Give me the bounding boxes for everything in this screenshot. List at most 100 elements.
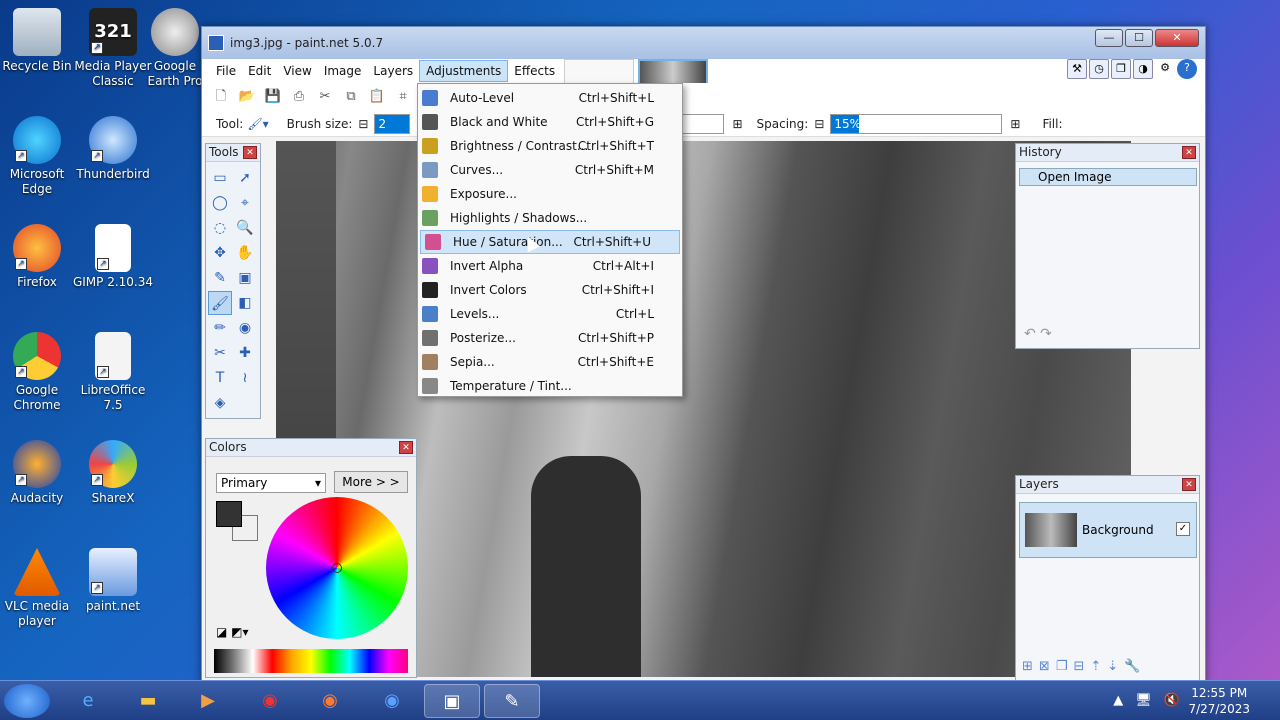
layer-properties-icon[interactable]: 🔧: [1124, 659, 1140, 674]
menu-effects[interactable]: Effects: [508, 61, 561, 81]
tools-toggle-icon[interactable]: ⚒: [1067, 59, 1087, 79]
desktop-icon-chrome[interactable]: ↗ Google Chrome: [0, 332, 78, 413]
desktop-icon-edge[interactable]: ↗ Microsoft Edge: [0, 116, 78, 197]
history-panel-header[interactable]: History ✕: [1016, 144, 1199, 162]
taskbar-mpc-icon[interactable]: ▣: [424, 684, 480, 718]
magic-wand-tool-icon[interactable]: ✥: [208, 241, 232, 265]
color-picker-tool-icon[interactable]: ◉: [233, 316, 257, 340]
print-icon[interactable]: ⎙: [290, 88, 308, 106]
history-toggle-icon[interactable]: ◷: [1089, 59, 1109, 79]
rectangle-select-tool-icon[interactable]: ▭: [208, 166, 232, 190]
history-panel-close-icon[interactable]: ✕: [1182, 146, 1196, 159]
brush-size-field-ext[interactable]: [678, 113, 725, 134]
spacing-decrease-icon[interactable]: ⊟: [814, 117, 824, 131]
menu-adjustments[interactable]: Adjustments: [419, 60, 509, 82]
delete-layer-icon[interactable]: ⊠: [1039, 659, 1050, 674]
desktop-icon-paintnet[interactable]: ↗ paint.net: [72, 548, 154, 614]
move-layer-down-icon[interactable]: ⇣: [1107, 659, 1118, 674]
layers-toggle-icon[interactable]: ❐: [1111, 59, 1131, 79]
line-curve-tool-icon[interactable]: ≀: [233, 366, 257, 390]
colors-panel-close-icon[interactable]: ✕: [399, 441, 413, 454]
menu-item-levels[interactable]: Levels... Ctrl+L: [418, 302, 682, 326]
menu-file[interactable]: File: [210, 61, 242, 81]
close-button[interactable]: ✕: [1155, 29, 1199, 47]
gradient-tool-icon[interactable]: ▣: [233, 266, 257, 290]
network-icon[interactable]: 🖥: [1135, 693, 1152, 708]
color-mode-select[interactable]: Primary ▾: [216, 473, 326, 493]
clone-stamp-tool-icon[interactable]: ✂: [208, 341, 232, 365]
pencil-tool-icon[interactable]: ✏: [208, 316, 232, 340]
colors-panel-header[interactable]: Colors ✕: [206, 439, 416, 457]
color-wheel-cursor[interactable]: [332, 563, 342, 573]
menu-item-highlights-shadows[interactable]: Highlights / Shadows...: [418, 206, 682, 230]
desktop-icon-vlc[interactable]: VLC media player: [0, 548, 78, 629]
help-icon[interactable]: ?: [1177, 59, 1197, 79]
pan-tool-icon[interactable]: ✋: [233, 241, 257, 265]
palette-options-icon[interactable]: ◪ ◩▾: [216, 625, 249, 639]
undo-redo-icons[interactable]: ↶ ↷: [1024, 326, 1052, 342]
paintbrush-tool-icon-panel[interactable]: 🖌: [208, 291, 232, 315]
more-colors-button[interactable]: More > >: [334, 471, 408, 493]
layers-panel-close-icon[interactable]: ✕: [1182, 478, 1196, 491]
brush-size-decrease-icon[interactable]: ⊟: [358, 117, 368, 131]
desktop-icon-recycle-bin[interactable]: Recycle Bin: [0, 8, 78, 74]
taskbar-media-icon[interactable]: ▶: [180, 684, 236, 718]
shapes-tool-icon[interactable]: ◈: [208, 391, 232, 415]
layer-visibility-checkbox[interactable]: ✓: [1176, 522, 1190, 536]
taskbar-thunderbird-icon[interactable]: ◉: [364, 684, 420, 718]
layer-row-background[interactable]: Background ✓: [1019, 502, 1197, 558]
menu-item-black-and-white[interactable]: Black and White Ctrl+Shift+G: [418, 110, 682, 134]
move-selected-tool-icon[interactable]: ➚: [233, 166, 257, 190]
menu-item-curves[interactable]: Curves... Ctrl+Shift+M: [418, 158, 682, 182]
menu-item-temperature-tint[interactable]: Temperature / Tint...: [418, 374, 682, 398]
merge-layer-icon[interactable]: ⊟: [1073, 659, 1084, 674]
zoom-tool-icon[interactable]: 🔍: [233, 216, 257, 240]
cut-icon[interactable]: ✂: [316, 88, 334, 106]
add-layer-icon[interactable]: ⊞: [1022, 659, 1033, 674]
eraser-tool-icon[interactable]: ◧: [233, 291, 257, 315]
desktop-icon-sharex[interactable]: ↗ ShareX: [72, 440, 154, 506]
taskbar-chrome-icon[interactable]: ◉: [242, 684, 298, 718]
desktop-icon-google-earth[interactable]: Google Earth Pro: [140, 8, 210, 89]
menu-item-hue-saturation[interactable]: Hue / Saturation... Ctrl+Shift+U: [420, 230, 680, 254]
minimize-button[interactable]: —: [1095, 29, 1123, 47]
title-bar[interactable]: img3.jpg - paint.net 5.0.7: [202, 27, 1205, 59]
primary-color-swatch[interactable]: [216, 501, 242, 527]
desktop-icon-gimp[interactable]: ↗ GIMP 2.10.34: [72, 224, 154, 290]
brush-size-input[interactable]: 2: [374, 113, 411, 134]
duplicate-layer-icon[interactable]: ❐: [1056, 659, 1068, 674]
tools-panel-header[interactable]: Tools ✕: [206, 144, 260, 162]
taskbar-paintnet-icon[interactable]: ✎: [484, 684, 540, 718]
menu-item-auto-level[interactable]: Auto-Level Ctrl+Shift+L: [418, 86, 682, 110]
move-selection-tool-icon[interactable]: ⌖: [233, 191, 257, 215]
desktop-icon-thunderbird[interactable]: ↗ Thunderbird: [72, 116, 154, 182]
save-icon[interactable]: 💾: [264, 88, 282, 106]
taskbar-explorer-icon[interactable]: ▬: [120, 684, 176, 718]
start-button[interactable]: [4, 684, 50, 718]
tray-chevron-up-icon[interactable]: ▲: [1113, 693, 1123, 708]
menu-item-invert-alpha[interactable]: Invert Alpha Ctrl+Alt+I: [418, 254, 682, 278]
menu-item-brightness-contrast[interactable]: Brightness / Contrast... Ctrl+Shift+T: [418, 134, 682, 158]
move-layer-up-icon[interactable]: ⇡: [1090, 659, 1101, 674]
taskbar-ie-icon[interactable]: e: [60, 684, 116, 718]
color-palette-strip[interactable]: [214, 649, 408, 673]
menu-layers[interactable]: Layers: [367, 61, 419, 81]
copy-icon[interactable]: ⧉: [342, 88, 360, 106]
paintbrush-tool-icon[interactable]: 🖌▾: [247, 117, 268, 131]
spacing-input[interactable]: 15%: [830, 113, 1003, 134]
lasso-select-tool-icon[interactable]: ◯: [208, 191, 232, 215]
desktop-icon-firefox[interactable]: ↗ Firefox: [0, 224, 78, 290]
color-wheel[interactable]: [266, 497, 408, 639]
menu-item-sepia[interactable]: Sepia... Ctrl+Shift+E: [418, 350, 682, 374]
clock[interactable]: 12:55 PM 7/27/2023: [1188, 685, 1250, 717]
menu-item-posterize[interactable]: Posterize... Ctrl+Shift+P: [418, 326, 682, 350]
paint-bucket-tool-icon[interactable]: ✎: [208, 266, 232, 290]
menu-view[interactable]: View: [277, 61, 317, 81]
menu-edit[interactable]: Edit: [242, 61, 277, 81]
new-file-icon[interactable]: 🗋: [212, 88, 230, 106]
brush-size-increase-icon[interactable]: ⊞: [732, 117, 742, 131]
recolor-tool-icon[interactable]: ✚: [233, 341, 257, 365]
desktop-icon-libreoffice[interactable]: ↗ LibreOffice 7.5: [72, 332, 154, 413]
open-folder-icon[interactable]: 📂: [238, 88, 256, 106]
maximize-button[interactable]: ☐: [1125, 29, 1153, 47]
